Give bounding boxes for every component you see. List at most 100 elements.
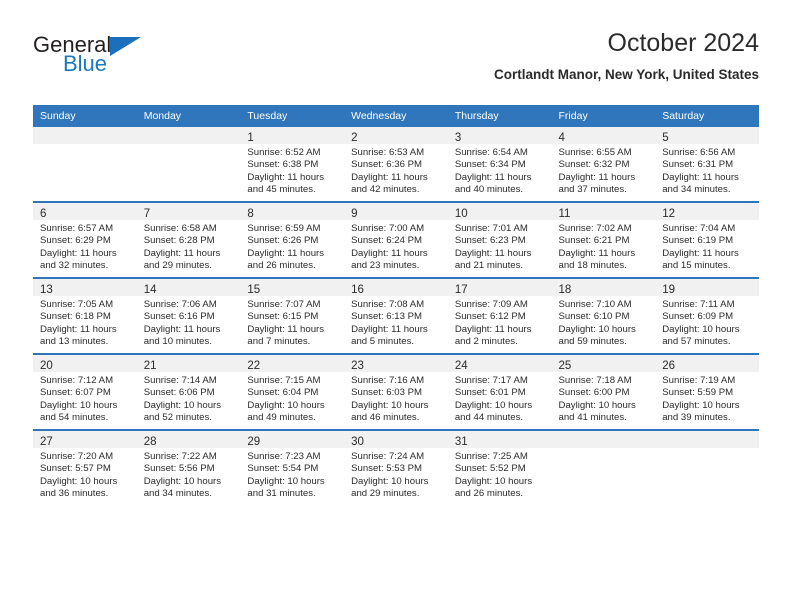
day-number: 3	[454, 132, 462, 144]
day-number-band: 28	[136, 431, 241, 448]
day-cell-inner[interactable]: 10 Sunrise: 7:01 AM Sunset: 6:23 PM Dayligh…	[447, 203, 552, 277]
day-cell-inner[interactable]: 2 Sunrise: 6:53 AM Sunset: 6:36 PM Daylight…	[344, 127, 448, 201]
day-number: 5	[662, 132, 669, 144]
day-number: 2	[351, 132, 358, 144]
day-number: 23	[351, 360, 364, 372]
daylight-text-line1: Daylight: 10 hours	[454, 475, 533, 487]
sunset-text: Sunset: 6:09 PM	[662, 311, 734, 323]
day-number-band: 2	[344, 127, 448, 144]
daylight-text-line1: Daylight: 11 hours	[662, 171, 739, 183]
day-cell-inner[interactable]: 21 Sunrise: 7:14 AM Sunset: 6:06 PM Dayligh…	[136, 355, 241, 429]
day-cell-inner[interactable]: 12 Sunrise: 7:04 AM Sunset: 6:19 PM Dayligh…	[655, 203, 759, 277]
day-cell-inner[interactable]: 17 Sunrise: 7:09 AM Sunset: 6:12 PM Dayligh…	[447, 279, 552, 353]
day-cell-inner[interactable]: 8 Sunrise: 6:59 AM Sunset: 6:26 PM Daylight…	[240, 203, 345, 277]
sunrise-text: Sunrise: 6:52 AM	[247, 147, 321, 158]
day-number: 4	[558, 132, 565, 144]
day-cell-inner[interactable]: 25 Sunrise: 7:18 AM Sunset: 6:00 PM Dayligh…	[551, 355, 656, 429]
calendar-day-cell: 20 Sunrise: 7:12 AM Sunset: 6:07 PM Dayligh…	[33, 353, 137, 430]
day-cell-inner[interactable]: 5 Sunrise: 6:56 AM Sunset: 6:31 PM Daylight…	[655, 127, 759, 201]
calendar-week-row: 13 Sunrise: 7:05 AM Sunset: 6:18 PM Dayligh…	[33, 277, 759, 354]
day-number-band: 29	[240, 431, 345, 448]
daylight-text-line1: Daylight: 10 hours	[558, 399, 636, 411]
day-cell-inner[interactable]: 13 Sunrise: 7:05 AM Sunset: 6:18 PM Dayligh…	[33, 279, 137, 353]
daylight-text-line2: and 32 minutes.	[40, 259, 109, 271]
day-details: Sunrise: 6:57 AM Sunset: 6:29 PM Daylight:…	[33, 220, 137, 272]
daylight-text-line1: Daylight: 10 hours	[662, 323, 740, 335]
day-cell-inner[interactable]: 24 Sunrise: 7:17 AM Sunset: 6:01 PM Dayligh…	[447, 355, 552, 429]
sunset-text: Sunset: 6:26 PM	[247, 235, 319, 247]
day-cell-inner[interactable]: 11 Sunrise: 7:02 AM Sunset: 6:21 PM Dayligh…	[551, 203, 656, 277]
daylight-text-line2: and 57 minutes.	[662, 335, 731, 347]
day-number-band: 15	[240, 279, 345, 296]
calendar-day-cell: 23 Sunrise: 7:16 AM Sunset: 6:03 PM Dayligh…	[344, 353, 448, 430]
day-number-band: 19	[655, 279, 759, 296]
sunrise-text: Sunrise: 7:05 AM	[40, 299, 114, 310]
day-details: Sunrise: 7:24 AM Sunset: 5:53 PM Daylight:…	[344, 448, 448, 500]
day-cell-inner[interactable]: 26 Sunrise: 7:19 AM Sunset: 5:59 PM Dayligh…	[655, 355, 759, 429]
day-cell-inner[interactable]: 18 Sunrise: 7:10 AM Sunset: 6:10 PM Dayligh…	[551, 279, 656, 353]
calendar-day-cell: 24 Sunrise: 7:17 AM Sunset: 6:01 PM Dayligh…	[447, 353, 552, 430]
sunrise-text: Sunrise: 7:25 AM	[454, 451, 528, 462]
day-number: 14	[143, 284, 157, 296]
sunrise-text: Sunrise: 7:04 AM	[662, 223, 736, 234]
day-details: Sunrise: 6:56 AM Sunset: 6:31 PM Daylight:…	[655, 144, 759, 196]
day-number: 15	[247, 284, 261, 296]
day-details: Sunrise: 7:15 AM Sunset: 6:04 PM Daylight:…	[240, 372, 344, 424]
calendar-day-cell: 5 Sunrise: 6:56 AM Sunset: 6:31 PM Daylight…	[655, 127, 759, 202]
daylight-text-line1: Daylight: 11 hours	[40, 323, 117, 335]
calendar-day-cell-empty	[136, 127, 241, 202]
day-number-band: 23	[344, 355, 448, 372]
day-number: 24	[454, 360, 468, 372]
day-cell-inner[interactable]: 31 Sunrise: 7:25 AM Sunset: 5:52 PM Dayligh…	[447, 431, 552, 505]
daylight-text-line2: and 49 minutes.	[247, 411, 316, 423]
day-cell-inner[interactable]: 27 Sunrise: 7:20 AM Sunset: 5:57 PM Dayligh…	[33, 431, 137, 505]
day-number-band: 12	[655, 203, 759, 220]
daylight-text-line2: and 46 minutes.	[351, 411, 420, 423]
day-details: Sunrise: 7:08 AM Sunset: 6:13 PM Daylight:…	[344, 296, 448, 348]
calendar-header-row: Sunday Monday Tuesday Wednesday Thursday…	[33, 105, 759, 127]
day-cell-inner[interactable]: 30 Sunrise: 7:24 AM Sunset: 5:53 PM Dayligh…	[344, 431, 448, 505]
daylight-text-line2: and 29 minutes.	[143, 259, 212, 271]
sunset-text: Sunset: 6:04 PM	[247, 387, 319, 399]
calendar-day-cell: 4 Sunrise: 6:55 AM Sunset: 6:32 PM Daylight…	[551, 127, 656, 202]
day-cell-inner[interactable]: 20 Sunrise: 7:12 AM Sunset: 6:07 PM Dayligh…	[33, 355, 137, 429]
daylight-text-line1: Daylight: 10 hours	[454, 399, 533, 411]
day-number: 27	[40, 436, 53, 448]
day-cell-inner[interactable]: 16 Sunrise: 7:08 AM Sunset: 6:13 PM Dayligh…	[344, 279, 448, 353]
sunset-text: Sunset: 6:16 PM	[143, 311, 215, 323]
weekday-header-row: Sunday Monday Tuesday Wednesday Thursday…	[33, 105, 759, 127]
sunrise-text: Sunrise: 7:11 AM	[662, 299, 735, 310]
day-number: 30	[351, 436, 364, 448]
day-cell-inner[interactable]: 6 Sunrise: 6:57 AM Sunset: 6:29 PM Daylight…	[33, 203, 137, 277]
sunrise-text: Sunrise: 7:17 AM	[454, 375, 528, 386]
day-cell-inner[interactable]: 28 Sunrise: 7:22 AM Sunset: 5:56 PM Dayligh…	[136, 431, 241, 505]
page-subtitle: Cortlandt Manor, New York, United States	[493, 67, 759, 82]
sunrise-text: Sunrise: 6:55 AM	[558, 147, 632, 158]
day-cell-inner[interactable]: 9 Sunrise: 7:00 AM Sunset: 6:24 PM Daylight…	[344, 203, 448, 277]
calendar-day-cell: 18 Sunrise: 7:10 AM Sunset: 6:10 PM Dayligh…	[551, 277, 656, 354]
day-details: Sunrise: 7:18 AM Sunset: 6:00 PM Daylight:…	[552, 372, 656, 424]
day-cell-inner[interactable]: 14 Sunrise: 7:06 AM Sunset: 6:16 PM Dayligh…	[136, 279, 241, 353]
day-cell-inner[interactable]: 7 Sunrise: 6:58 AM Sunset: 6:28 PM Daylight…	[136, 203, 241, 277]
general-blue-logo[interactable]: General Blue	[33, 34, 253, 90]
sunset-text: Sunset: 6:18 PM	[40, 311, 111, 323]
sunset-text: Sunset: 6:28 PM	[143, 235, 215, 247]
day-cell-inner[interactable]: 19 Sunrise: 7:11 AM Sunset: 6:09 PM Dayligh…	[655, 279, 759, 353]
day-cell-inner[interactable]: 3 Sunrise: 6:54 AM Sunset: 6:34 PM Daylight…	[447, 127, 552, 201]
sunrise-text: Sunrise: 7:07 AM	[247, 299, 321, 310]
day-details: Sunrise: 7:07 AM Sunset: 6:15 PM Daylight:…	[240, 296, 344, 348]
day-cell-inner[interactable]: 15 Sunrise: 7:07 AM Sunset: 6:15 PM Dayligh…	[240, 279, 345, 353]
day-cell-inner	[655, 431, 759, 505]
day-details: Sunrise: 6:55 AM Sunset: 6:32 PM Daylight:…	[552, 144, 656, 196]
day-number: 13	[40, 284, 53, 296]
day-cell-inner[interactable]: 29 Sunrise: 7:23 AM Sunset: 5:54 PM Dayligh…	[240, 431, 345, 505]
daylight-text-line1: Daylight: 11 hours	[143, 323, 221, 335]
day-cell-inner[interactable]: 4 Sunrise: 6:55 AM Sunset: 6:32 PM Daylight…	[551, 127, 656, 201]
calendar-day-cell: 6 Sunrise: 6:57 AM Sunset: 6:29 PM Daylight…	[33, 201, 137, 278]
daylight-text-line1: Daylight: 10 hours	[558, 323, 636, 335]
day-number-band: 11	[551, 203, 656, 220]
day-number-band: 10	[447, 203, 552, 220]
day-cell-inner[interactable]: 23 Sunrise: 7:16 AM Sunset: 6:03 PM Dayligh…	[344, 355, 448, 429]
day-cell-inner[interactable]: 22 Sunrise: 7:15 AM Sunset: 6:04 PM Dayligh…	[240, 355, 345, 429]
day-cell-inner[interactable]: 1 Sunrise: 6:52 AM Sunset: 6:38 PM Daylight…	[240, 127, 345, 201]
